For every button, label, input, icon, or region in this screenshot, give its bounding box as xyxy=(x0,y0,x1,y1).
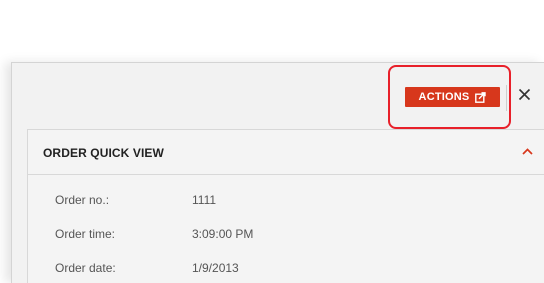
detail-label: Order date: xyxy=(55,261,116,275)
collapse-button[interactable] xyxy=(518,142,536,160)
detail-value: 3:09:00 PM xyxy=(192,227,254,241)
toolbar-divider xyxy=(506,85,507,111)
detail-value: 1111 xyxy=(192,193,217,207)
detail-value: 1/9/2013 xyxy=(192,261,239,275)
card-title: ORDER QUICK VIEW xyxy=(43,146,164,160)
close-button[interactable] xyxy=(514,87,534,107)
chevron-up-icon xyxy=(521,142,533,160)
detail-label: Order no.: xyxy=(55,193,110,207)
order-quick-view-card: ORDER QUICK VIEW Order no.: 1111 Order t… xyxy=(27,129,544,283)
close-icon xyxy=(518,88,531,106)
app-window: ACTIONS ORDER QUICK VIEW Order no.: 1111… xyxy=(0,0,544,283)
actions-highlight-box xyxy=(388,65,511,129)
quick-view-panel: ACTIONS ORDER QUICK VIEW Order no.: 1111… xyxy=(11,62,544,283)
detail-label: Order time: xyxy=(55,227,116,241)
card-header[interactable]: ORDER QUICK VIEW xyxy=(28,130,544,175)
